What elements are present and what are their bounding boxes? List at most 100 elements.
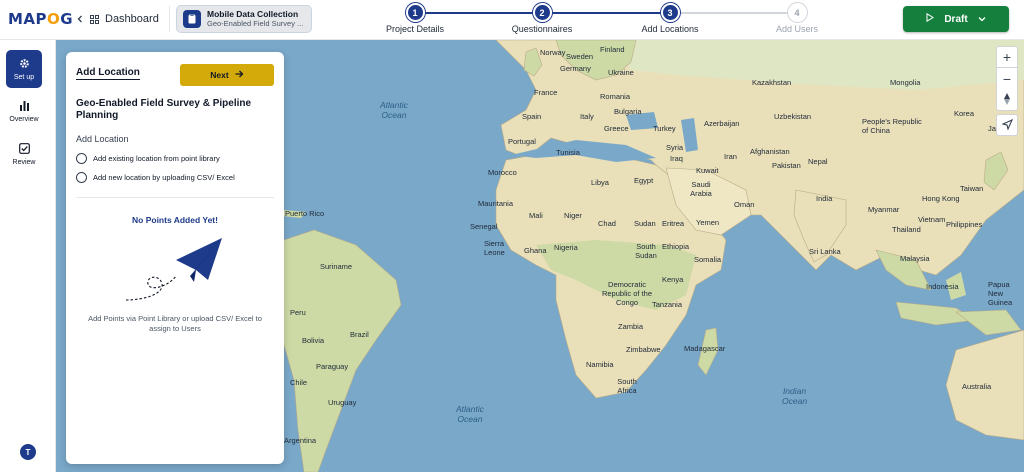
country-label: Sweden (566, 52, 594, 61)
project-name: Geo-Enabled Field Survey & Pipeline Plan… (76, 98, 252, 121)
option-point-library[interactable]: Add existing location from point library (76, 153, 220, 164)
country-label: Eritrea (662, 219, 685, 228)
step-label: Add Users (775, 24, 819, 34)
country-label: Greece (604, 124, 629, 133)
country-label: Ethiopia (662, 242, 690, 251)
country-label: Sudan (634, 219, 656, 228)
country-label: Tunisia (556, 148, 580, 157)
empty-state-title: No Points Added Yet! (132, 215, 218, 225)
country-label: Norway (540, 48, 566, 57)
step-add-locations[interactable]: 3 Add Locations (615, 3, 725, 34)
option-label: Add new location by uploading CSV/ Excel (93, 173, 235, 182)
country-label: Kenya (662, 275, 684, 284)
country-label: Myanmar (868, 205, 900, 214)
clipboard-icon (183, 10, 201, 28)
country-label: Thailand (892, 225, 921, 234)
country-label: Oman (734, 200, 755, 209)
country-label: Kazakhstan (752, 78, 792, 87)
country-label: Kuwait (696, 166, 719, 175)
step-add-users[interactable]: 4 Add Users (742, 3, 852, 34)
country-label: Madagascar (684, 344, 726, 353)
country-label: Chad (598, 219, 616, 228)
country-label: Puerto Rico (285, 209, 325, 218)
empty-state-description: Add Points via Point Library or upload C… (88, 314, 262, 333)
logo[interactable]: MAPOG (8, 10, 73, 28)
sidebar-item-setup[interactable]: Set up (6, 50, 42, 88)
grid-icon (90, 14, 99, 24)
draft-label: Draft (944, 13, 968, 25)
country-label: Democratic Republic of the Congo (601, 280, 653, 307)
zoom-out-button[interactable]: − (996, 68, 1018, 90)
navigation-arrow-icon (1000, 117, 1013, 133)
country-label: Korea (954, 109, 975, 118)
gear-icon (19, 58, 30, 71)
panel-title: Add Location (76, 67, 140, 80)
country-label: Syria (666, 143, 684, 152)
country-label: Azerbaijan (704, 119, 740, 128)
country-label: Morocco (488, 168, 517, 177)
project-chip[interactable]: Mobile Data Collection Geo-Enabled Field… (176, 5, 312, 33)
country-label: Peru (290, 308, 306, 317)
country-label: Bulgaria (614, 107, 642, 116)
country-label: Pakistan (772, 161, 801, 170)
sidebar-item-review[interactable]: Review (6, 143, 42, 166)
project-title: Mobile Data Collection (207, 9, 299, 19)
country-label: Paraguay (316, 362, 349, 371)
compass-button[interactable] (996, 89, 1018, 111)
country-label: Suriname (320, 262, 353, 271)
country-label: Bolivia (302, 336, 325, 345)
next-label: Next (210, 70, 229, 80)
ocean-label: Indian Ocean (782, 386, 808, 406)
sidebar-item-overview[interactable]: Overview (6, 100, 42, 123)
country-label: Nigeria (554, 243, 578, 252)
option-upload-csv[interactable]: Add new location by uploading CSV/ Excel (76, 172, 235, 183)
zoom-in-button[interactable]: + (996, 46, 1018, 68)
country-label: Ghana (524, 246, 547, 255)
add-location-panel: Add Location Next Geo-Enabled Field Surv… (66, 52, 284, 464)
country-label: Somalia (694, 255, 722, 264)
country-label: Portugal (508, 137, 536, 146)
country-label: Zambia (618, 322, 644, 331)
dashboard-button[interactable]: Dashboard (66, 6, 170, 32)
country-label: Saudi Arabia (690, 180, 712, 198)
ocean-label: Atlantic Ocean (456, 404, 484, 424)
country-label: Iraq (670, 154, 683, 163)
play-icon (926, 12, 935, 25)
country-label: Argentina (284, 436, 317, 445)
section-label: Add Location (76, 134, 129, 144)
country-label: Australia (962, 382, 992, 391)
chevron-down-icon (978, 14, 986, 25)
country-label: Uruguay (328, 398, 357, 407)
country-label: Namibia (586, 360, 614, 369)
step-label: Questionnaires (511, 24, 573, 34)
next-button[interactable]: Next (180, 64, 274, 86)
country-label: Germany (560, 64, 591, 73)
radio-button[interactable] (76, 153, 87, 164)
step-questionnaires[interactable]: 2 Questionnaires (487, 3, 597, 34)
dashboard-label: Dashboard (105, 13, 159, 25)
locate-button[interactable] (996, 114, 1018, 136)
country-label: Turkey (653, 124, 676, 133)
paper-plane-icon (124, 234, 224, 309)
sidebar-item-label: Overview (9, 116, 39, 123)
radio-button[interactable] (76, 172, 87, 183)
draft-button[interactable]: Draft (903, 6, 1009, 32)
step-label: Project Details (385, 24, 445, 34)
country-label: Senegal (470, 222, 498, 231)
minus-icon: − (1002, 70, 1012, 87)
country-label: Brazil (350, 330, 369, 339)
country-label: Malaysia (900, 254, 930, 263)
avatar[interactable]: T (20, 444, 36, 460)
option-label: Add existing location from point library (93, 154, 220, 163)
step-number: 3 (660, 3, 680, 22)
country-label: Sri Lanka (809, 247, 841, 256)
country-label: Papua New Guinea (988, 280, 1013, 307)
country-label: Italy (580, 112, 594, 121)
country-label: South Africa (617, 377, 637, 395)
country-label: India (816, 194, 833, 203)
country-label: Chile (290, 378, 308, 387)
country-label: Mauritania (478, 199, 514, 208)
step-number: 4 (787, 3, 807, 22)
country-label: Romania (600, 92, 631, 101)
step-project-details[interactable]: 1 Project Details (360, 3, 470, 34)
